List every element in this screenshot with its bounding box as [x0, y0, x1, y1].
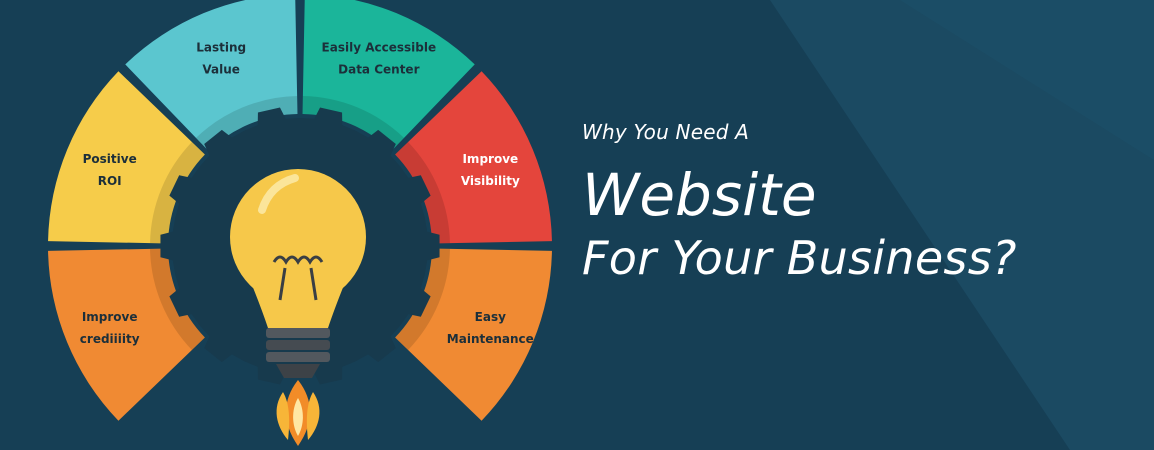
segment-label-line2: ROI: [98, 174, 122, 188]
segment-label-line1: Positive: [83, 152, 137, 166]
website-banner: Improve crediiiity Positive ROI Lasting Value…: [0, 0, 1154, 450]
segment-label-line2: Maintenance: [447, 332, 534, 346]
headline-sub: For Your Business?: [582, 231, 1017, 285]
segment-label-line2: Visibility: [461, 174, 520, 188]
segment-label-line2: Data Center: [338, 63, 419, 77]
segment-label-line1: Easy: [475, 310, 506, 324]
headline-kicker: Why You Need A: [582, 120, 750, 144]
rocket-flame-icon: [276, 380, 320, 446]
segment-label-line2: crediiiity: [80, 332, 140, 346]
segment-label-line1: Easily Accessible: [322, 41, 437, 55]
segment-label-line1: Improve: [82, 310, 138, 324]
headline-block: Why You Need A Website For Your Business…: [582, 120, 1142, 288]
segment-label-line2: Value: [202, 63, 240, 77]
headline-main: Website: [582, 161, 817, 229]
segment-label-line1: Lasting: [196, 41, 246, 55]
segment-label-line1: Improve: [462, 152, 518, 166]
